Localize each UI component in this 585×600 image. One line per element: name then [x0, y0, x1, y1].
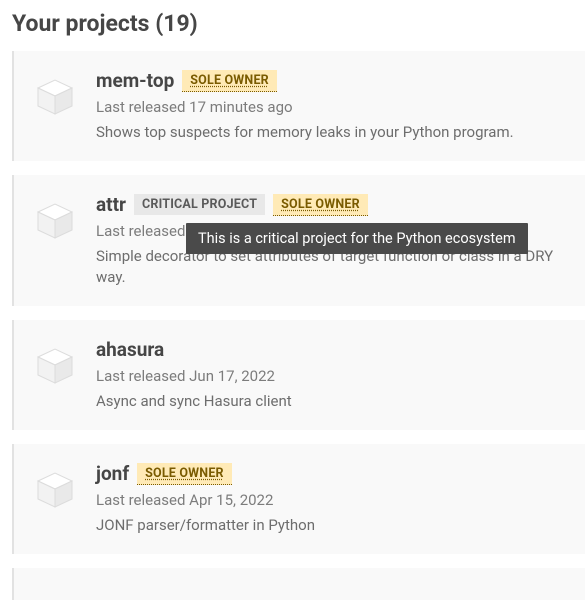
project-description: Async and sync Hasura client	[96, 391, 581, 412]
released-value: Apr 15, 2022	[189, 491, 273, 509]
project-name: jonf	[96, 462, 129, 485]
package-cube-icon	[34, 588, 76, 600]
project-released: Last released Jun 17, 2022	[96, 367, 581, 385]
project-description: JONF parser/formatter in Python	[96, 515, 581, 536]
package-cube-icon	[34, 344, 76, 386]
project-card-body: SOLE OWNER	[96, 582, 581, 600]
project-card[interactable]: attr CRITICAL PROJECT SOLE OWNER Last re…	[12, 175, 585, 306]
project-name: mem-top	[96, 69, 174, 92]
sole-owner-badge[interactable]: SOLE OWNER	[182, 70, 277, 92]
project-released: Last released Apr 15, 2022	[96, 491, 581, 509]
project-name: attr	[96, 193, 126, 216]
released-prefix: Last released	[96, 222, 185, 240]
page-title: Your projects (19)	[0, 0, 585, 51]
project-card-body: attr CRITICAL PROJECT SOLE OWNER Last re…	[96, 193, 581, 288]
package-cube-icon	[34, 75, 76, 117]
project-card[interactable]: mem-top SOLE OWNER Last released 17 minu…	[12, 51, 585, 161]
critical-tooltip: This is a critical project for the Pytho…	[186, 223, 528, 254]
package-cube-icon	[34, 199, 76, 241]
project-card-body: ahasura Last released Jun 17, 2022 Async…	[96, 338, 581, 412]
project-list: mem-top SOLE OWNER Last released 17 minu…	[0, 51, 585, 600]
released-value: Jun 17, 2022	[189, 367, 275, 385]
project-card[interactable]: jonf SOLE OWNER Last released Apr 15, 20…	[12, 444, 585, 554]
project-description: Shows top suspects for memory leaks in y…	[96, 122, 581, 143]
project-card[interactable]: ahasura Last released Jun 17, 2022 Async…	[12, 320, 585, 430]
project-card-body: jonf SOLE OWNER Last released Apr 15, 20…	[96, 462, 581, 536]
released-prefix: Last released	[96, 367, 189, 385]
project-card[interactable]: SOLE OWNER	[12, 568, 585, 600]
sole-owner-badge[interactable]: SOLE OWNER	[273, 194, 368, 216]
project-name: ahasura	[96, 338, 164, 361]
critical-project-badge[interactable]: CRITICAL PROJECT	[134, 194, 265, 215]
released-value: 17 minutes ago	[189, 98, 292, 116]
sole-owner-badge[interactable]: SOLE OWNER	[137, 463, 232, 485]
released-prefix: Last released	[96, 491, 189, 509]
released-prefix: Last released	[96, 98, 189, 116]
project-released: Last released 17 minutes ago	[96, 98, 581, 116]
package-cube-icon	[34, 468, 76, 510]
project-card-body: mem-top SOLE OWNER Last released 17 minu…	[96, 69, 581, 143]
